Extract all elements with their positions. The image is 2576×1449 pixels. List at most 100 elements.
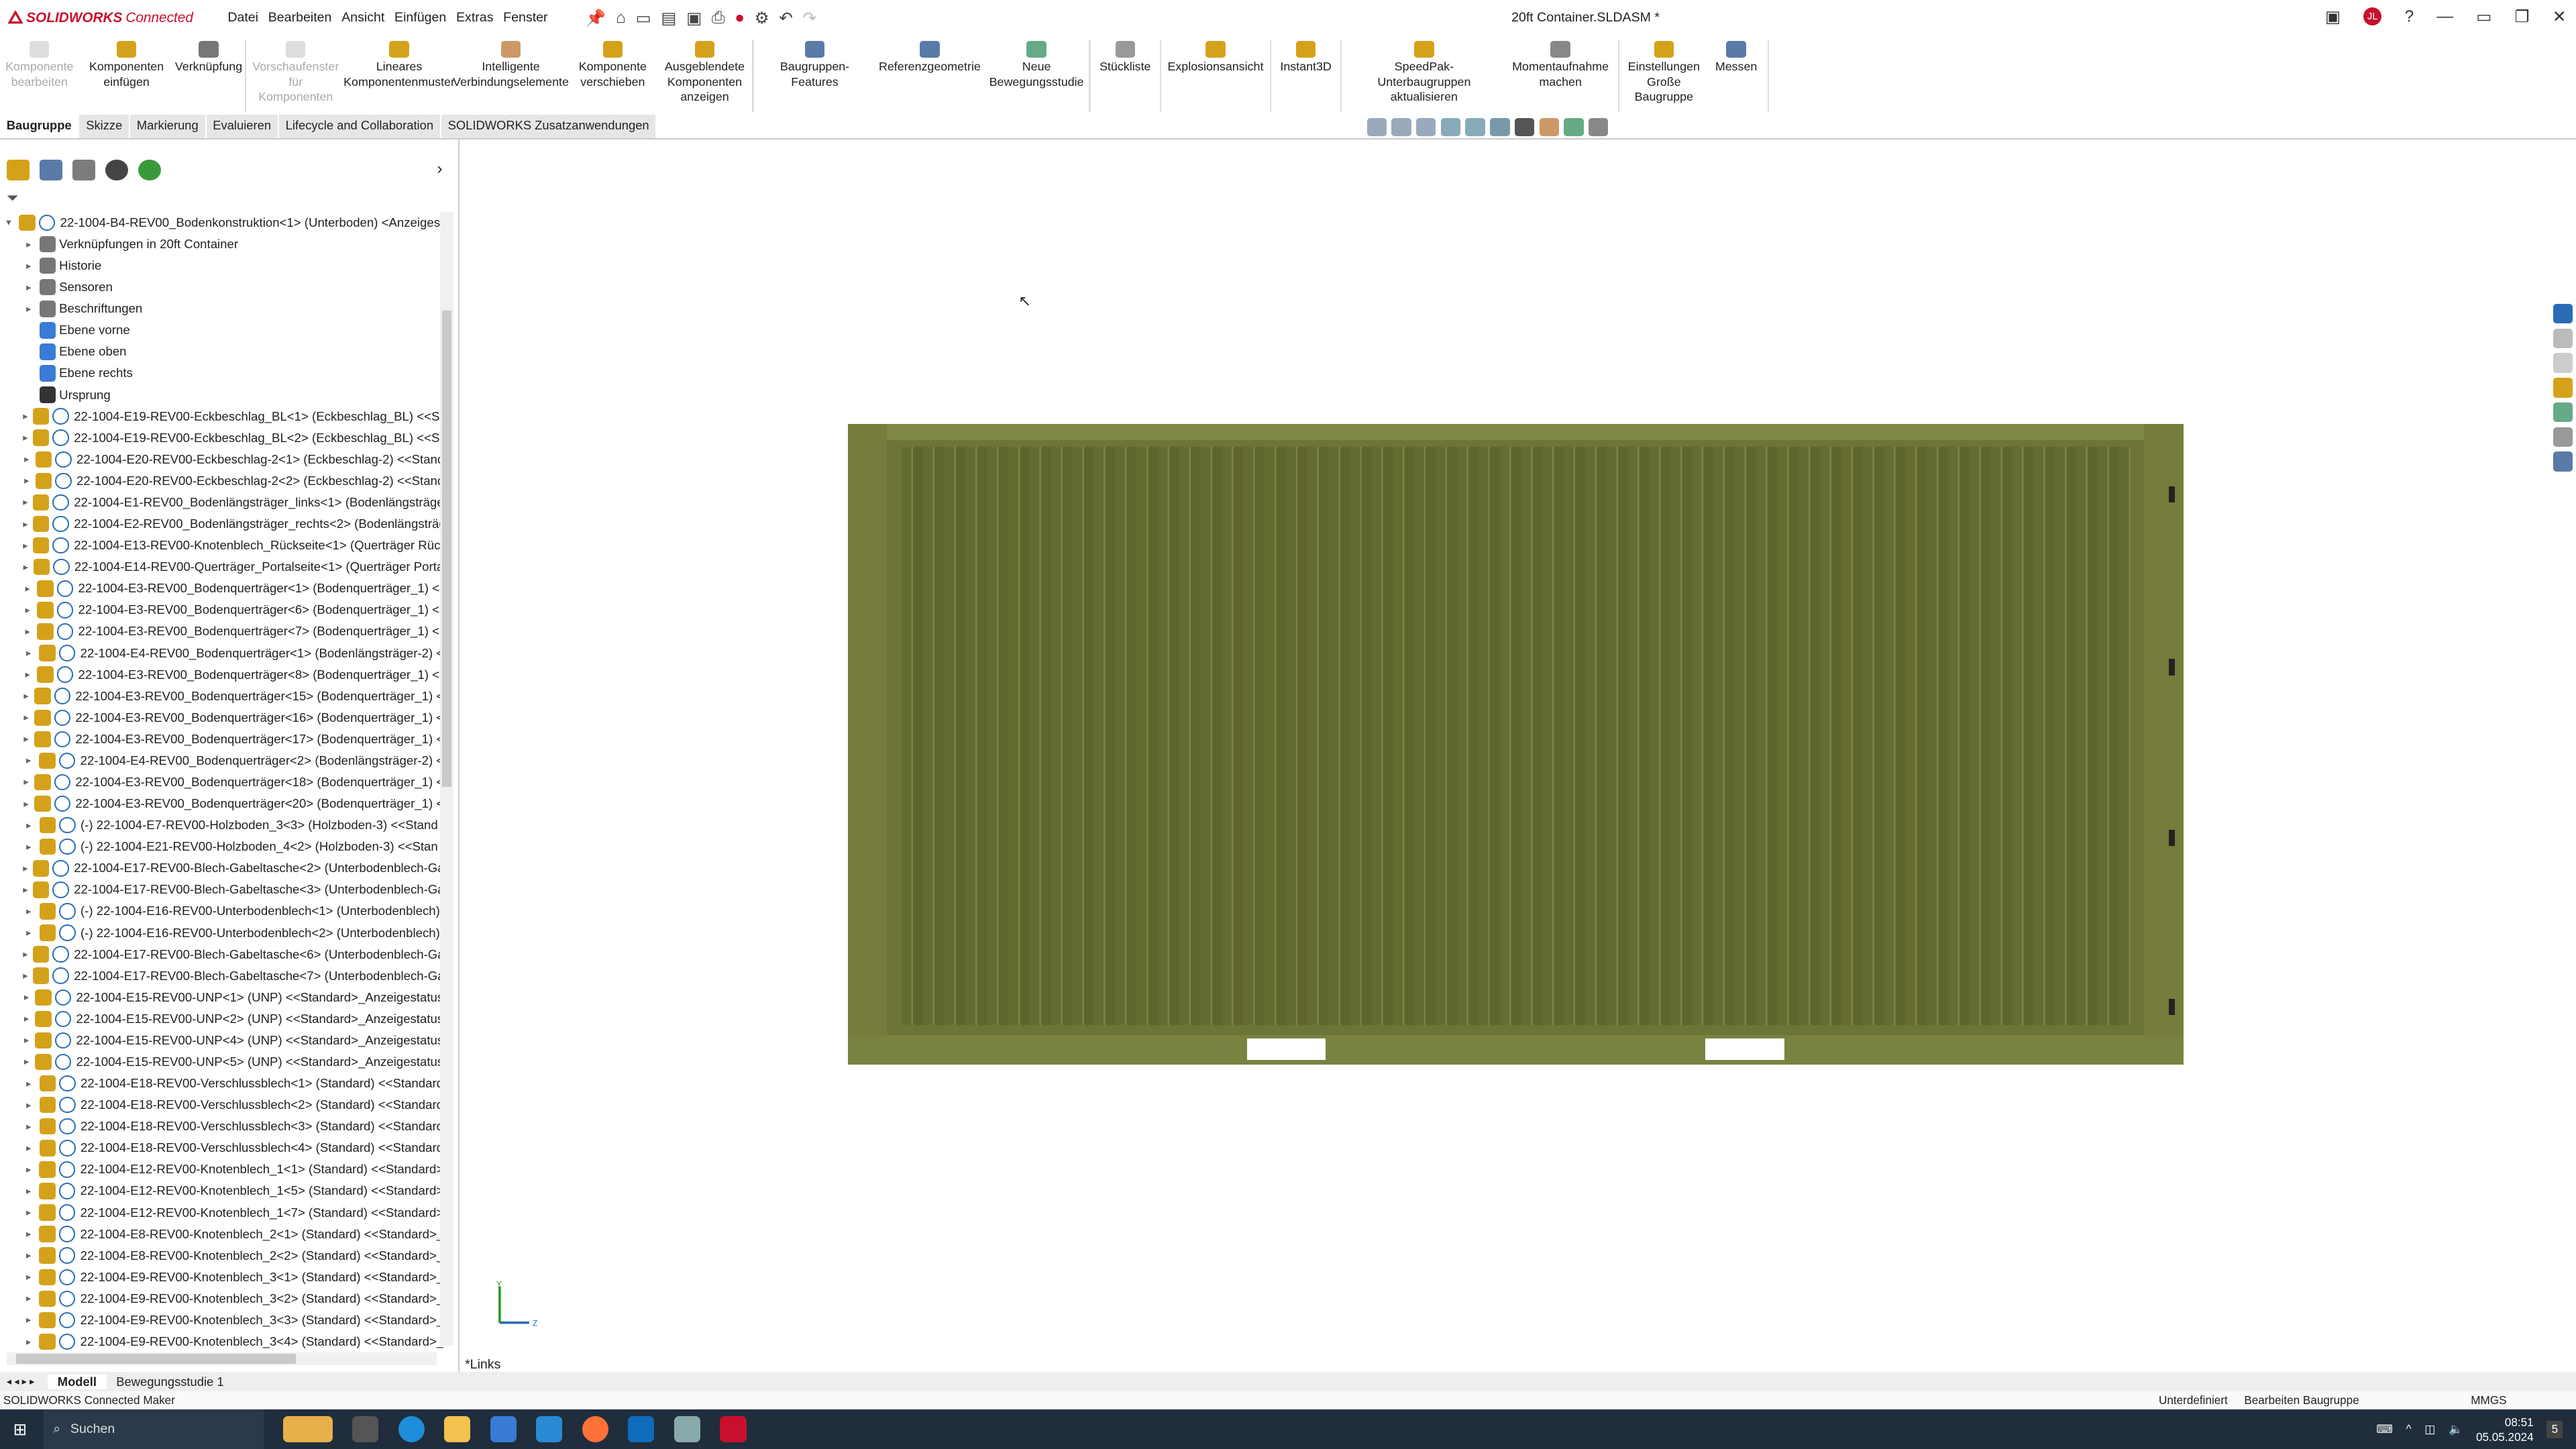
expand-arrow-icon[interactable]: ▸ [23,626,32,637]
tree-item[interactable]: ▸ (-) 22-1004-E16-REV00-Unterbodenblech<1… [0,900,443,922]
tree-item[interactable]: ▸ (-) 22-1004-E7-REV00-Holzboden_3<3> (Ho… [0,814,443,836]
tree-item[interactable]: ▸ 22-1004-E19-REV00-Eckbeschlag_BL<2> (Ec… [0,427,443,449]
expand-arrow-icon[interactable]: ▸ [23,1228,34,1240]
expand-arrow-icon[interactable]: ▸ [23,991,30,1003]
tree-item[interactable]: ▸ 22-1004-E17-REV00-Blech-Gabeltasche<7> … [0,965,443,987]
notification-count[interactable]: 5 [2546,1420,2563,1438]
expand-arrow-icon[interactable]: ▸ [23,540,28,551]
status-mode[interactable]: Bearbeiten Baugruppe [2244,1393,2359,1407]
expand-arrow-icon[interactable]: ▸ [23,496,28,508]
outlook-icon[interactable] [628,1416,655,1443]
expand-arrow-icon[interactable]: ▸ [23,1314,34,1326]
tree-item[interactable]: ▸ 22-1004-E9-REV00-Knotenblech_3<4> (Stan… [0,1331,443,1352]
bottom-tab-1[interactable]: Bewegungsstudie 1 [107,1375,234,1389]
ribbon-button-7[interactable]: Ausgeblendete Komponenten anzeigen [659,36,751,115]
tree-item[interactable]: ▸ 22-1004-E3-REV00_Bodenquerträger<15> (B… [0,686,443,707]
tree-item[interactable]: ▸ 22-1004-E1-REV00_Bodenlängsträger_links… [0,492,443,513]
solidworks-taskbar-icon[interactable] [720,1416,747,1443]
expand-arrow-icon[interactable]: ▸ [23,733,30,745]
tree-item[interactable]: ▸ 22-1004-E9-REV00-Knotenblech_3<1> (Stan… [0,1267,443,1288]
expand-arrow-icon[interactable]: ▸ [23,1250,34,1261]
expand-arrow-icon[interactable]: ▸ [23,519,28,530]
expand-arrow-icon[interactable]: ▸ [23,884,28,896]
tree-item[interactable]: ▸ 22-1004-E4-REV00_Bodenquerträger<1> (Bo… [0,642,443,663]
previous-view-icon[interactable] [1416,118,1436,137]
expand-arrow-icon[interactable]: ▸ [23,561,28,573]
ribbon-button-5[interactable]: Intelligente Verbindungselemente [453,36,569,115]
keyboard-icon[interactable]: ⌨ [2376,1422,2393,1436]
tree-item[interactable]: ▸ 22-1004-E12-REV00-Knotenblech_1<5> (Sta… [0,1180,443,1201]
expand-arrow-icon[interactable]: ▾ [3,217,14,228]
tree-item[interactable]: ▸ 22-1004-E18-REV00-Verschlussblech<3> (S… [0,1116,443,1137]
expand-arrow-icon[interactable]: ▸ [23,949,28,960]
minimize-button[interactable]: — [2436,7,2453,26]
tree-item[interactable]: ▸ 22-1004-E18-REV00-Verschlussblech<4> (S… [0,1137,443,1159]
ribbon-button-2[interactable]: Verknüpfung [174,36,244,115]
expand-arrow-icon[interactable]: ▸ [23,1336,34,1348]
expand-arrow-icon[interactable]: ▸ [23,303,34,315]
tree-item[interactable]: ▸ 22-1004-E8-REV00-Knotenblech_2<1> (Stan… [0,1224,443,1245]
network-icon[interactable]: ◫ [2424,1422,2435,1436]
tree-item[interactable]: ▸ 22-1004-E15-REV00-UNP<1> (UNP) <<Standa… [0,987,443,1008]
file-explorer-icon[interactable] [2553,353,2573,373]
view-palette-icon[interactable] [2553,378,2573,398]
tree-item[interactable]: ▸ 22-1004-E14-REV00-Querträger_Portalseit… [0,556,443,578]
tree-horizontal-scrollbar[interactable] [6,1352,437,1366]
tree-item[interactable]: ▸ 22-1004-E15-REV00-UNP<5> (UNP) <<Standa… [0,1051,443,1073]
tree-item[interactable]: ▸ Beschriftungen [0,298,443,319]
design-library-icon[interactable] [2553,328,2573,349]
expand-arrow-icon[interactable]: ▸ [23,1185,34,1197]
tree-item[interactable]: Ebene vorne [0,319,443,341]
zoom-area-icon[interactable] [1391,118,1411,137]
appearances-icon[interactable] [2553,402,2573,423]
ribbon-button-11[interactable]: Stückliste [1092,36,1158,115]
panel-expand-icon[interactable]: › [437,160,442,178]
tab-navigation-icon[interactable]: ◂ ◂ ▸ ▸ [7,1376,35,1387]
custom-properties-icon[interactable] [2553,427,2573,447]
expand-arrow-icon[interactable]: ▸ [23,1271,34,1283]
tree-item[interactable]: ▸ 22-1004-E3-REV00_Bodenquerträger<1> (Bo… [0,578,443,599]
tree-item[interactable]: ▸ 22-1004-E3-REV00_Bodenquerträger<17> (B… [0,729,443,750]
ribbon-button-13[interactable]: Instant3D [1273,36,1339,115]
notepad-icon[interactable] [674,1416,700,1443]
tree-item[interactable]: ▸ 22-1004-E3-REV00_Bodenquerträger<7> (Bo… [0,621,443,642]
help-icon[interactable]: ? [2405,7,2414,26]
home-icon[interactable]: ⌂ [616,9,626,28]
mail-icon[interactable] [536,1416,563,1443]
ribbon-button-17[interactable]: Messen [1707,36,1766,115]
task-view-icon[interactable] [352,1416,379,1443]
command-tab-0[interactable]: Baugruppe [0,115,80,138]
expand-arrow-icon[interactable]: ▸ [23,863,28,874]
expand-arrow-icon[interactable]: ▸ [23,282,34,293]
expand-arrow-icon[interactable]: ▸ [23,1207,34,1218]
expand-arrow-icon[interactable]: ▸ [23,647,34,659]
hide-show-icon[interactable] [1514,118,1535,137]
expand-arrow-icon[interactable]: ▸ [23,453,30,465]
expand-arrow-icon[interactable]: ▸ [23,669,32,680]
command-tab-4[interactable]: Lifecycle and Collaboration [278,115,441,138]
ribbon-button-0[interactable]: Komponente bearbeiten [0,36,79,115]
tree-item[interactable]: ▸ 22-1004-E3-REV00_Bodenquerträger<20> (B… [0,793,443,814]
tree-item[interactable]: ▸ 22-1004-E9-REV00-Knotenblech_3<3> (Stan… [0,1309,443,1331]
scene-icon[interactable] [1564,118,1584,137]
zoom-fit-icon[interactable] [1366,118,1387,137]
print-icon[interactable]: ⎙ [712,9,725,28]
maximize-button[interactable]: ❐ [2515,7,2530,27]
expand-arrow-icon[interactable]: ▸ [23,798,30,810]
store-icon[interactable] [490,1416,517,1443]
open-icon[interactable]: ▤ [661,8,676,28]
firefox-icon[interactable] [582,1416,608,1443]
tree-item[interactable]: Ursprung [0,384,443,406]
expand-arrow-icon[interactable]: ▸ [23,1293,34,1304]
tree-item[interactable]: ▸ 22-1004-E17-REV00-Blech-Gabeltasche<2> … [0,857,443,879]
expand-arrow-icon[interactable]: ▸ [23,604,32,616]
tree-item[interactable]: ▸ Sensoren [0,276,443,298]
file-explorer-taskbar-icon[interactable] [444,1416,471,1443]
tree-item[interactable]: ▸ 22-1004-E4-REV00_Bodenquerträger<2> (Bo… [0,750,443,771]
restore-panel-button[interactable]: ▭ [2476,7,2491,27]
clock[interactable]: 08:51 05.05.2024 [2476,1415,2534,1444]
taskbar-search[interactable]: ⌕ Suchen [43,1409,264,1449]
tree-item[interactable]: ▸ 22-1004-E17-REV00-Blech-Gabeltasche<3> … [0,879,443,900]
tree-item[interactable]: Ebene oben [0,341,443,362]
bottom-tab-0[interactable]: Modell [48,1374,107,1389]
